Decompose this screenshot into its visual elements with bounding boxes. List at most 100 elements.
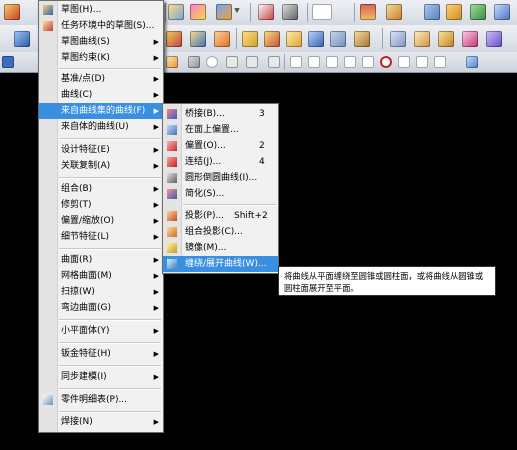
hole-tool-icon[interactable] — [214, 31, 230, 47]
menu-item-weld[interactable]: 焊接(N) ▶ — [39, 414, 163, 430]
join-curve-icon — [167, 157, 177, 167]
fillet-curve-icon — [167, 173, 177, 183]
submenu-item-offset[interactable]: 偏置(O)... 2 — [163, 138, 278, 154]
measure-tool-icon[interactable] — [386, 4, 402, 20]
sheet-tool-icon[interactable] — [424, 4, 440, 20]
menu-item-mesh-surface[interactable]: 网格曲面(M) ▶ — [39, 268, 163, 284]
menu-item-curve-from-bodies[interactable]: 来自体的曲线(U) ▶ — [39, 119, 163, 135]
submenu-item-bridge[interactable]: 桥接(B)... 3 — [163, 106, 278, 122]
snap-line-icon[interactable] — [226, 56, 238, 68]
shell-tool-icon[interactable] — [330, 31, 346, 47]
filter-dropdown-icon[interactable] — [2, 56, 14, 68]
menu-item-sketch[interactable]: 草图(H)... — [39, 2, 163, 18]
menu-separator — [59, 342, 161, 344]
book-tool-icon[interactable] — [446, 4, 462, 20]
snap-tangent-icon[interactable] — [246, 56, 258, 68]
menu-item-flange-surface[interactable]: 弯边曲面(G) ▶ — [39, 300, 163, 316]
menu-item-sketch-curve[interactable]: 草图曲线(S) ▶ — [39, 34, 163, 50]
tooltip: 将曲线从平面缠绕至圆锥或圆柱面，或将曲线从圆锥或圆柱面展开至平面。 — [278, 266, 496, 296]
menu-item-surface[interactable]: 曲面(R) ▶ — [39, 252, 163, 268]
menu-item-design-feature[interactable]: 设计特征(E) ▶ — [39, 142, 163, 158]
submenu-item-circular-fillet-curve[interactable]: 圆形倒圆曲线(I)... — [163, 170, 278, 186]
submenu-arrow-icon: ▶ — [153, 162, 159, 170]
menu-item-datum-point[interactable]: 基准/点(D) ▶ — [39, 71, 163, 87]
snap-circle-icon[interactable] — [206, 56, 218, 68]
snap-endpoint-icon[interactable] — [326, 56, 338, 68]
paint-tool-icon[interactable] — [190, 4, 206, 20]
cube-tool-icon[interactable] — [282, 4, 298, 20]
submenu-item-simplify[interactable]: 简化(S)... — [163, 186, 278, 202]
bridge-curve-icon — [167, 109, 177, 119]
menu-item-offset-scale[interactable]: 偏置/缩放(O) ▶ — [39, 213, 163, 229]
sphere-tool-icon[interactable] — [462, 31, 478, 47]
surface-tool-icon[interactable] — [168, 4, 184, 20]
submenu-item-combined-projection[interactable]: 组合投影(C)... — [163, 224, 278, 240]
menu-item-sweep[interactable]: 扫掠(W) ▶ — [39, 284, 163, 300]
submenu-item-project[interactable]: 投影(P)... Shift+2 — [163, 208, 278, 224]
submenu-item-wrap-unwrap[interactable]: 缠绕/展开曲线(W)... — [163, 256, 278, 272]
render-style-icon[interactable] — [312, 4, 332, 20]
cylinder-tool-icon[interactable] — [438, 31, 454, 47]
subtract-tool-icon[interactable] — [264, 31, 280, 47]
chamfer-tool-icon[interactable] — [308, 31, 324, 47]
submenu-item-mirror[interactable]: 镜像(M)... — [163, 240, 278, 256]
cone-tool-icon[interactable] — [486, 31, 502, 47]
menu-item-sketch-in-task-env[interactable]: 任务环境中的草图(S)... — [39, 18, 163, 34]
snap-center-icon[interactable] — [380, 56, 392, 68]
snap-arc-icon[interactable] — [188, 56, 200, 68]
menu-separator — [59, 388, 161, 390]
unite-tool-icon[interactable] — [242, 31, 258, 47]
derived-curve-submenu: 桥接(B)... 3 在面上偏置... 偏置(O)... 2 连结(J)... … — [162, 103, 279, 274]
snap-control-icon[interactable] — [344, 56, 356, 68]
submenu-arrow-icon: ▶ — [153, 123, 159, 131]
sketch-tool-icon[interactable] — [4, 4, 20, 20]
layer-tool-icon[interactable] — [360, 4, 376, 20]
revolve-tool-icon[interactable] — [190, 31, 206, 47]
submenu-arrow-icon: ▶ — [153, 256, 159, 264]
submenu-arrow-icon: ▶ — [153, 185, 159, 193]
snap-on-face-icon[interactable] — [434, 56, 446, 68]
chevron-down-icon[interactable] — [234, 8, 240, 13]
snap-bounded-icon[interactable] — [466, 56, 478, 68]
extrude-tool-icon[interactable] — [166, 31, 182, 47]
submenu-arrow-icon: ▶ — [153, 350, 159, 358]
submenu-arrow-icon: ▶ — [153, 327, 159, 335]
submenu-arrow-icon: ▶ — [153, 146, 159, 154]
menu-item-synchronous-modeling[interactable]: 同步建模(I) ▶ — [39, 369, 163, 385]
menu-item-sketch-constraint[interactable]: 草图约束(K) ▶ — [39, 50, 163, 66]
menu-item-sheet-metal[interactable]: 钣金特征(H) ▶ — [39, 346, 163, 362]
menu-item-combine[interactable]: 组合(B) ▶ — [39, 181, 163, 197]
menu-separator — [59, 68, 161, 70]
solid-block-icon[interactable] — [14, 31, 30, 47]
submenu-item-join[interactable]: 连结(J)... 4 — [163, 154, 278, 170]
snap-midpoint-icon[interactable] — [308, 56, 320, 68]
section-tool-icon[interactable] — [258, 4, 274, 20]
simplify-curve-icon — [167, 189, 177, 199]
submenu-arrow-icon: ▶ — [153, 91, 159, 99]
snap-point-icon[interactable] — [268, 56, 280, 68]
blend-tool-icon[interactable] — [286, 31, 302, 47]
wcs-tool-icon[interactable] — [390, 31, 406, 47]
select-tool-icon[interactable] — [166, 56, 178, 68]
submenu-item-offset-in-face[interactable]: 在面上偏置... — [163, 122, 278, 138]
constraint-tool-icon[interactable] — [216, 4, 232, 20]
grid-tool-icon[interactable] — [470, 4, 486, 20]
snap-on-curve-icon[interactable] — [416, 56, 428, 68]
menu-item-detail-feature[interactable]: 细节特征(L) ▶ — [39, 229, 163, 245]
offset-in-face-icon — [167, 125, 177, 135]
menu-item-facet-body[interactable]: 小平面体(Y) ▶ — [39, 323, 163, 339]
menu-separator — [59, 177, 161, 179]
snap-quadrant-icon[interactable] — [398, 56, 410, 68]
combined-projection-icon — [167, 227, 177, 237]
menu-item-derived-curve[interactable]: 来自曲线集的曲线(F) ▶ — [39, 103, 163, 119]
menu-item-curve[interactable]: 曲线(C) ▶ — [39, 87, 163, 103]
menu-item-associative-copy[interactable]: 关联复制(A) ▶ — [39, 158, 163, 174]
snap-grid-icon[interactable] — [290, 56, 302, 68]
cursor-tool-icon[interactable] — [494, 4, 510, 20]
snap-intersection-icon[interactable] — [362, 56, 374, 68]
submenu-arrow-icon: ▶ — [153, 54, 159, 62]
menu-item-parts-list[interactable]: 零件明细表(P)... — [39, 392, 163, 408]
box-tool-icon[interactable] — [414, 31, 430, 47]
draft-tool-icon[interactable] — [354, 31, 370, 47]
menu-item-trim[interactable]: 修剪(T) ▶ — [39, 197, 163, 213]
